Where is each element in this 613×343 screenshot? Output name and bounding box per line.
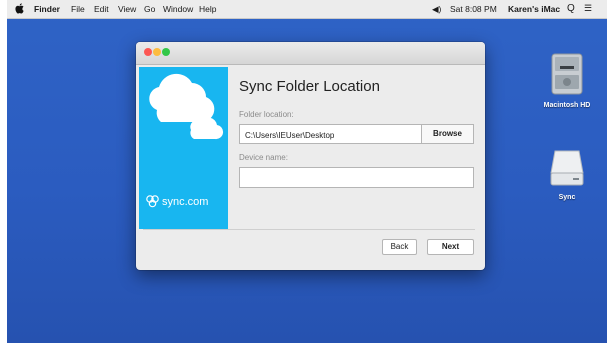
menu-bar: Finder File Edit View Go Window Help ◀) …: [7, 0, 607, 19]
folder-location-input[interactable]: C:\Users\IEUser\Desktop: [239, 124, 422, 144]
menu-go[interactable]: Go: [144, 4, 155, 14]
menu-file[interactable]: File: [71, 4, 85, 14]
minimize-icon[interactable]: [153, 48, 161, 56]
sync-logo-icon: [146, 195, 159, 208]
volume-icon[interactable]: ◀): [432, 4, 441, 15]
device-name-input[interactable]: [239, 167, 474, 188]
cloud-icon: [149, 73, 224, 140]
menu-finder[interactable]: Finder: [34, 4, 60, 14]
desktop-icon-macintosh-hd[interactable]: Macintosh HD: [532, 53, 602, 109]
spotlight-search-icon[interactable]: Q: [567, 3, 575, 14]
sync-logo-text: sync.com: [162, 195, 209, 208]
sync-logo: sync.com: [145, 195, 208, 208]
menu-edit[interactable]: Edit: [94, 4, 109, 14]
drive-icon: [550, 150, 584, 186]
brand-panel: sync.com: [139, 67, 228, 229]
desktop-icon-label: Sync: [558, 194, 576, 201]
hard-drive-icon: [551, 53, 583, 95]
close-icon[interactable]: [144, 48, 152, 56]
desktop-icon-label: Macintosh HD: [543, 102, 591, 109]
desktop-icon-sync[interactable]: Sync: [532, 149, 602, 201]
sync-setup-window: sync.com Sync Folder Location Folder loc…: [136, 42, 485, 270]
desktop: Finder File Edit View Go Window Help ◀) …: [7, 0, 607, 343]
dialog-title: Sync Folder Location: [239, 78, 380, 95]
device-name-label: Device name:: [239, 153, 288, 162]
divider: [143, 229, 475, 230]
zoom-icon[interactable]: [162, 48, 170, 56]
clock[interactable]: Sat 8:08 PM: [450, 4, 497, 14]
menu-help[interactable]: Help: [199, 4, 216, 14]
menu-window[interactable]: Window: [163, 4, 193, 14]
apple-menu-icon[interactable]: [15, 3, 24, 14]
user-menu[interactable]: Karen's iMac: [508, 4, 560, 14]
menu-view[interactable]: View: [118, 4, 136, 14]
back-button[interactable]: Back: [382, 239, 417, 255]
notification-center-icon[interactable]: ☰: [584, 3, 592, 14]
window-titlebar[interactable]: [136, 42, 485, 65]
next-button[interactable]: Next: [427, 239, 474, 255]
browse-button[interactable]: Browse: [421, 124, 474, 144]
folder-location-label: Folder location:: [239, 110, 294, 119]
